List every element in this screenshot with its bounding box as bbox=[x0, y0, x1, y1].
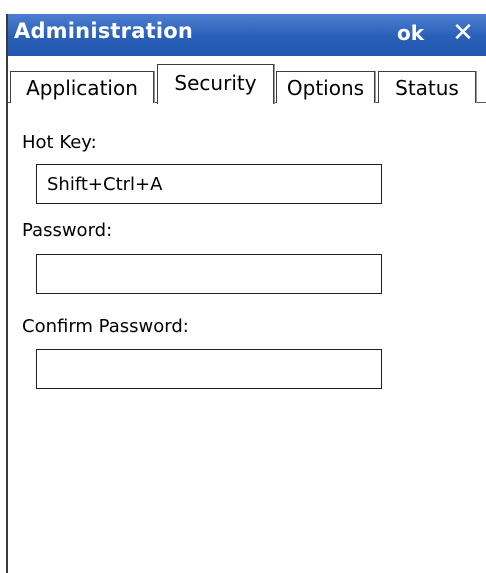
confirm-password-label: Confirm Password: bbox=[22, 316, 189, 337]
password-input[interactable] bbox=[36, 254, 382, 294]
tab-status[interactable]: Status bbox=[378, 71, 476, 103]
confirm-password-input[interactable] bbox=[36, 349, 382, 389]
administration-window: Administration ok ✕ Application Security… bbox=[6, 14, 486, 573]
window-title: Administration bbox=[14, 19, 193, 43]
tab-security[interactable]: Security bbox=[157, 64, 274, 104]
title-bar: Administration ok ✕ bbox=[8, 14, 486, 56]
hotkey-label: Hot Key: bbox=[22, 132, 97, 153]
close-icon[interactable]: ✕ bbox=[448, 15, 478, 51]
tab-options[interactable]: Options bbox=[276, 71, 375, 103]
password-label: Password: bbox=[22, 220, 113, 241]
hotkey-input[interactable] bbox=[36, 164, 382, 204]
ok-button[interactable]: ok bbox=[397, 21, 424, 45]
tab-application[interactable]: Application bbox=[10, 71, 154, 103]
